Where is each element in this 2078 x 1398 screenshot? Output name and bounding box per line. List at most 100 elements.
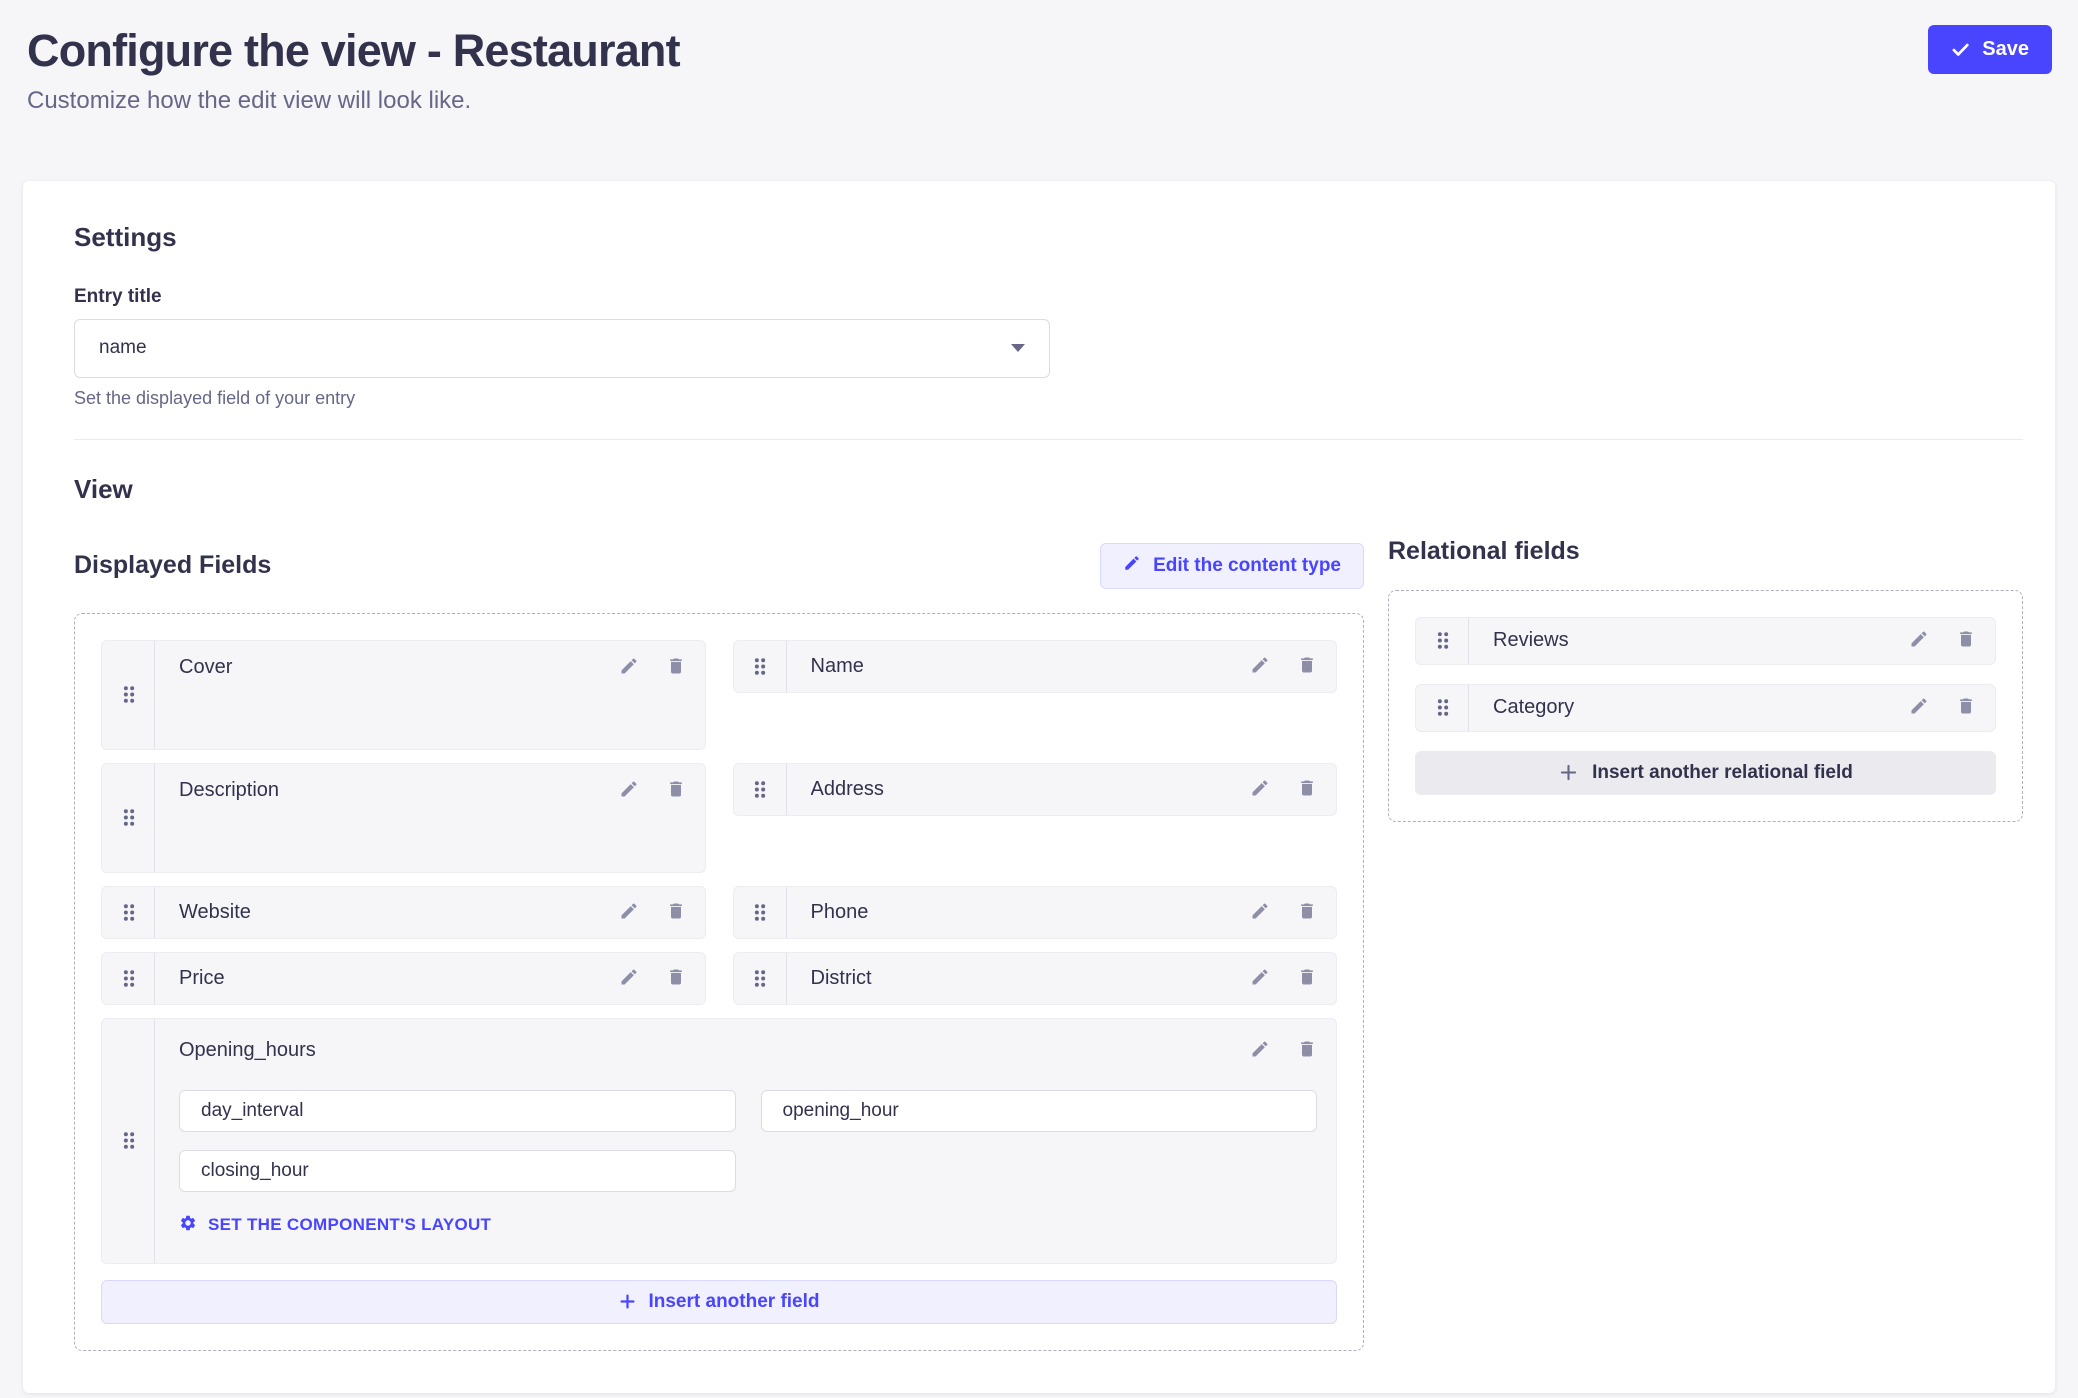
drag-handle-icon[interactable] [1416,685,1469,731]
delete-field-button[interactable] [1956,696,1976,719]
relational-card-category[interactable]: Category [1415,684,1996,732]
fields-grid: Cover [101,640,1337,1264]
pencil-icon [619,967,639,990]
subfield-day-interval[interactable]: day_interval [179,1090,736,1132]
edit-field-button[interactable] [619,779,639,802]
delete-field-button[interactable] [1956,629,1976,652]
field-card-name[interactable]: Name [733,640,1338,693]
delete-field-button[interactable] [1297,967,1317,990]
chevron-down-icon [1011,344,1025,352]
subfield-opening-hour[interactable]: opening_hour [761,1090,1318,1132]
drag-handle-icon[interactable] [734,953,787,1004]
delete-field-button[interactable] [666,656,686,679]
pencil-icon [1909,629,1929,652]
relational-fields-dropzone: Reviews [1388,590,2023,822]
view-section: View Displayed Fields Edit the content t… [74,474,2023,1351]
trash-icon [1297,901,1317,924]
configure-view-page: Configure the view - Restaurant Customiz… [0,0,2078,1393]
field-card-phone[interactable]: Phone [733,886,1338,939]
field-label: Price [179,967,619,990]
field-card-description[interactable]: Description [101,763,706,873]
drag-handle-icon[interactable] [734,887,787,938]
drag-handle-icon[interactable] [1416,618,1469,664]
pencil-icon [1250,967,1270,990]
edit-field-button[interactable] [1909,629,1929,652]
field-label: Phone [811,901,1251,924]
pencil-icon [619,779,639,802]
field-label: Description [179,779,619,802]
displayed-fields-header: Displayed Fields Edit the content type [74,543,1364,589]
edit-field-button[interactable] [1250,967,1270,990]
relational-card-reviews[interactable]: Reviews [1415,617,1996,665]
field-card-district[interactable]: District [733,952,1338,1005]
drag-handle-icon[interactable] [102,1019,155,1263]
delete-field-button[interactable] [1297,655,1317,678]
trash-icon [1956,696,1976,719]
edit-field-button[interactable] [1250,901,1270,924]
pencil-icon [619,901,639,924]
trash-icon [1297,1039,1317,1062]
entry-title-select[interactable]: name [74,319,1050,378]
settings-section: Settings Entry title name Set the displa… [74,222,2023,409]
page-title: Configure the view - Restaurant [27,24,680,79]
insert-another-relational-field-label: Insert another relational field [1592,762,1853,784]
insert-another-relational-field-button[interactable]: Insert another relational field [1415,751,1996,795]
field-label: Cover [179,656,619,679]
view-columns: Displayed Fields Edit the content type [74,543,2023,1351]
entry-title-selected-value: name [99,337,147,359]
component-card-opening-hours[interactable]: Opening_hours day_interval opening [101,1018,1337,1264]
view-heading: View [74,474,2023,505]
insert-another-field-button[interactable]: Insert another field [101,1280,1337,1324]
pencil-icon [1250,1039,1270,1062]
plus-icon [618,1292,637,1311]
delete-field-button[interactable] [1297,778,1317,801]
delete-field-button[interactable] [666,967,686,990]
edit-field-button[interactable] [619,901,639,924]
entry-title-label: Entry title [74,286,2023,308]
subfield-closing-hour[interactable]: closing_hour [179,1150,736,1192]
delete-field-button[interactable] [666,901,686,924]
drag-handle-icon[interactable] [734,764,787,815]
field-card-address[interactable]: Address [733,763,1338,816]
edit-field-button[interactable] [619,967,639,990]
edit-field-button[interactable] [619,656,639,679]
gear-icon [179,1214,197,1237]
edit-field-button[interactable] [1250,655,1270,678]
drag-handle-icon[interactable] [102,953,155,1004]
field-label: Name [811,655,1251,678]
entry-title-hint: Set the displayed field of your entry [74,388,2023,409]
field-card-price[interactable]: Price [101,952,706,1005]
page-title-block: Configure the view - Restaurant Customiz… [27,24,680,115]
drag-handle-icon[interactable] [102,641,155,749]
field-card-cover[interactable]: Cover [101,640,706,750]
section-divider [74,439,2023,440]
pencil-icon [1123,554,1141,578]
set-component-layout-button[interactable]: SET THE COMPONENT'S LAYOUT [179,1214,491,1237]
trash-icon [1297,778,1317,801]
pencil-icon [1909,696,1929,719]
edit-field-button[interactable] [1250,778,1270,801]
set-component-layout-label: SET THE COMPONENT'S LAYOUT [208,1215,491,1235]
edit-content-type-label: Edit the content type [1153,555,1341,577]
trash-icon [666,779,686,802]
delete-field-button[interactable] [1297,901,1317,924]
page-subtitle: Customize how the edit view will look li… [27,87,680,115]
insert-another-field-label: Insert another field [648,1291,819,1313]
delete-field-button[interactable] [1297,1039,1317,1062]
trash-icon [666,967,686,990]
edit-content-type-button[interactable]: Edit the content type [1100,543,1364,589]
drag-handle-icon[interactable] [734,641,787,692]
drag-handle-icon[interactable] [102,764,155,872]
edit-field-button[interactable] [1909,696,1929,719]
component-subfields: day_interval opening_hour closing_hour [179,1090,1317,1192]
relational-fields-label: Relational fields [1388,537,1580,566]
edit-field-button[interactable] [1250,1039,1270,1062]
check-icon [1951,40,1970,59]
trash-icon [1297,967,1317,990]
save-button[interactable]: Save [1928,25,2052,74]
relational-fields-header: Relational fields [1388,537,2023,566]
delete-field-button[interactable] [666,779,686,802]
drag-handle-icon[interactable] [102,887,155,938]
displayed-fields-dropzone: Cover [74,613,1364,1351]
field-card-website[interactable]: Website [101,886,706,939]
